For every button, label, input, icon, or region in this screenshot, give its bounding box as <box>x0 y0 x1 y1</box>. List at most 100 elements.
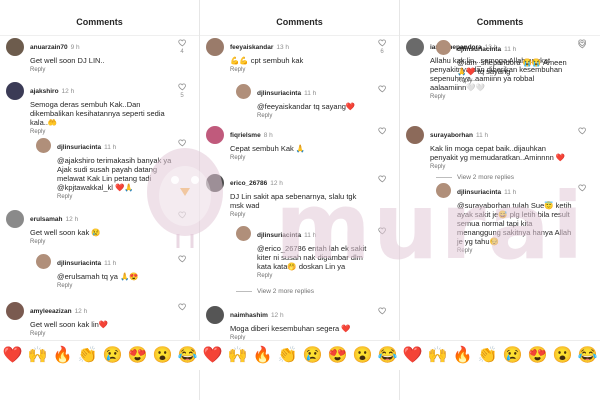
reply-link[interactable]: Reply <box>257 273 372 279</box>
comment-body: amyleeazizan 12 h Get well soon kak lin❤️ R… <box>30 300 170 337</box>
emoji-reaction-button[interactable]: 🙌 <box>428 341 448 371</box>
avatar[interactable] <box>436 183 451 198</box>
reply-link[interactable]: Reply <box>257 113 372 119</box>
like-button[interactable] <box>376 126 388 135</box>
comment-body: feeyaiskandar 13 h 💪💪 cpt sembuh kak Reply <box>230 36 370 73</box>
like-button[interactable] <box>376 84 388 93</box>
like-button[interactable] <box>176 210 188 219</box>
emoji-reaction-button[interactable]: 😮 <box>353 341 373 371</box>
username[interactable]: anuarzain70 <box>30 44 68 51</box>
comment-time: 11 h <box>504 189 517 196</box>
username[interactable]: naimhashim <box>230 312 268 319</box>
comment-text: DJ Lin sakit apa sebenarnya, slalu tgk m… <box>230 192 357 210</box>
avatar[interactable] <box>406 38 424 56</box>
like-button[interactable]: 6 <box>376 38 388 55</box>
avatar[interactable] <box>36 138 51 153</box>
reply-link[interactable]: Reply <box>30 67 170 73</box>
emoji-reaction-button[interactable]: ❤️ <box>3 341 23 371</box>
avatar[interactable] <box>6 210 24 228</box>
reply-link[interactable]: Reply <box>430 164 570 170</box>
emoji-reaction-button[interactable]: 😍 <box>528 341 548 371</box>
reply-link[interactable]: Reply <box>30 331 170 337</box>
emoji-reaction-button[interactable]: 😮 <box>553 341 573 371</box>
reply-link[interactable]: Reply <box>30 129 170 135</box>
emoji-reaction-button[interactable]: 😂 <box>578 341 598 371</box>
comment-time: 11 h <box>104 144 117 151</box>
username[interactable]: djlinsuriacinta <box>257 90 301 97</box>
emoji-reaction-button[interactable]: 😢 <box>303 341 323 371</box>
like-button[interactable] <box>576 126 588 135</box>
emoji-reaction-button[interactable]: 😢 <box>103 341 123 371</box>
like-button[interactable]: 4 <box>176 38 188 55</box>
emoji-reaction-button[interactable]: 🔥 <box>453 341 473 371</box>
username[interactable]: erico_26786 <box>230 180 267 187</box>
emoji-reaction-button[interactable]: 🙌 <box>228 341 248 371</box>
avatar[interactable] <box>236 226 251 241</box>
comment-time: 12 h <box>74 308 88 315</box>
emoji-reaction-button[interactable]: 🔥 <box>53 341 73 371</box>
avatar[interactable] <box>36 254 51 269</box>
username[interactable]: erulsamah <box>30 216 63 223</box>
reply-link[interactable]: Reply <box>430 94 570 100</box>
username[interactable]: djlinsuriacinta <box>57 260 101 267</box>
username[interactable]: amyleeazizan <box>30 308 72 315</box>
emoji-reaction-button[interactable]: 😢 <box>503 341 523 371</box>
view-more-replies[interactable]: View 2 more replies <box>436 174 514 181</box>
comment-text: Moga diberi kesembuhan segera ❤️ <box>230 324 351 333</box>
emoji-reaction-button[interactable]: 🙌 <box>28 341 48 371</box>
username[interactable]: djlinsuriacinta <box>457 189 501 196</box>
comment-body: naimhashim 12 h Moga diberi kesembuhan seg… <box>230 304 370 341</box>
emoji-reaction-button[interactable]: 😮 <box>153 341 173 371</box>
avatar[interactable] <box>206 174 224 192</box>
comment-meta: naimhashim 12 h <box>230 304 370 322</box>
avatar[interactable] <box>206 306 224 324</box>
comments-header: Comments <box>400 0 600 36</box>
emoji-reaction-button[interactable]: 😍 <box>128 341 148 371</box>
username[interactable]: fiqrielsme <box>230 132 261 139</box>
avatar[interactable] <box>6 82 24 100</box>
emoji-reaction-button[interactable]: 😂 <box>378 341 398 371</box>
reply-link[interactable]: Reply <box>230 67 370 73</box>
like-button[interactable] <box>576 40 588 49</box>
avatar[interactable] <box>236 84 251 99</box>
comment-text: @ajakshiro terimakasih banyak ya Ajak su… <box>57 156 172 192</box>
username[interactable]: djlinsuriacinta <box>57 144 101 151</box>
emoji-reaction-button[interactable]: 👏 <box>478 341 498 371</box>
view-more-replies[interactable]: View 2 more replies <box>236 288 314 295</box>
like-button[interactable]: 5 <box>176 82 188 99</box>
emoji-reaction-button[interactable]: ❤️ <box>403 341 423 371</box>
reply-link[interactable]: Reply <box>57 283 172 289</box>
avatar[interactable] <box>206 38 224 56</box>
like-button[interactable] <box>376 226 388 235</box>
emoji-reaction-button[interactable]: 👏 <box>78 341 98 371</box>
avatar[interactable] <box>6 302 24 320</box>
username[interactable]: ajakshiro <box>30 88 59 95</box>
reply-link[interactable]: Reply <box>230 155 370 161</box>
avatar[interactable] <box>206 126 224 144</box>
username[interactable]: surayaborhan <box>430 132 473 139</box>
like-button[interactable] <box>176 254 188 263</box>
avatar[interactable] <box>436 40 451 55</box>
screenshot-collage: Comments anuarzain70 9 h Get well soon DJ … <box>0 0 600 400</box>
reply-link[interactable]: Reply <box>457 78 572 84</box>
avatar[interactable] <box>406 126 424 144</box>
emoji-reaction-button[interactable]: ❤️ <box>203 341 223 371</box>
emoji-reaction-button[interactable]: 😍 <box>328 341 348 371</box>
reply-link[interactable]: Reply <box>57 194 172 200</box>
comment-body: anuarzain70 9 h Get well soon DJ LIN.. Repl… <box>30 36 170 73</box>
reply-link[interactable]: Reply <box>230 212 370 218</box>
like-button[interactable] <box>376 174 388 183</box>
reply-link[interactable]: Reply <box>457 248 572 254</box>
emoji-reaction-button[interactable]: 👏 <box>278 341 298 371</box>
username[interactable]: feeyaiskandar <box>230 44 273 51</box>
like-button[interactable] <box>576 183 588 192</box>
like-button[interactable] <box>176 302 188 311</box>
username[interactable]: djlinsuriacinta <box>257 232 301 239</box>
avatar[interactable] <box>6 38 24 56</box>
emoji-reaction-button[interactable]: 🔥 <box>253 341 273 371</box>
like-button[interactable] <box>376 306 388 315</box>
username[interactable]: djlinsuriacinta <box>457 46 501 53</box>
reply-link[interactable]: Reply <box>30 239 170 245</box>
emoji-reaction-button[interactable]: 😂 <box>178 341 198 371</box>
like-button[interactable] <box>176 138 188 147</box>
